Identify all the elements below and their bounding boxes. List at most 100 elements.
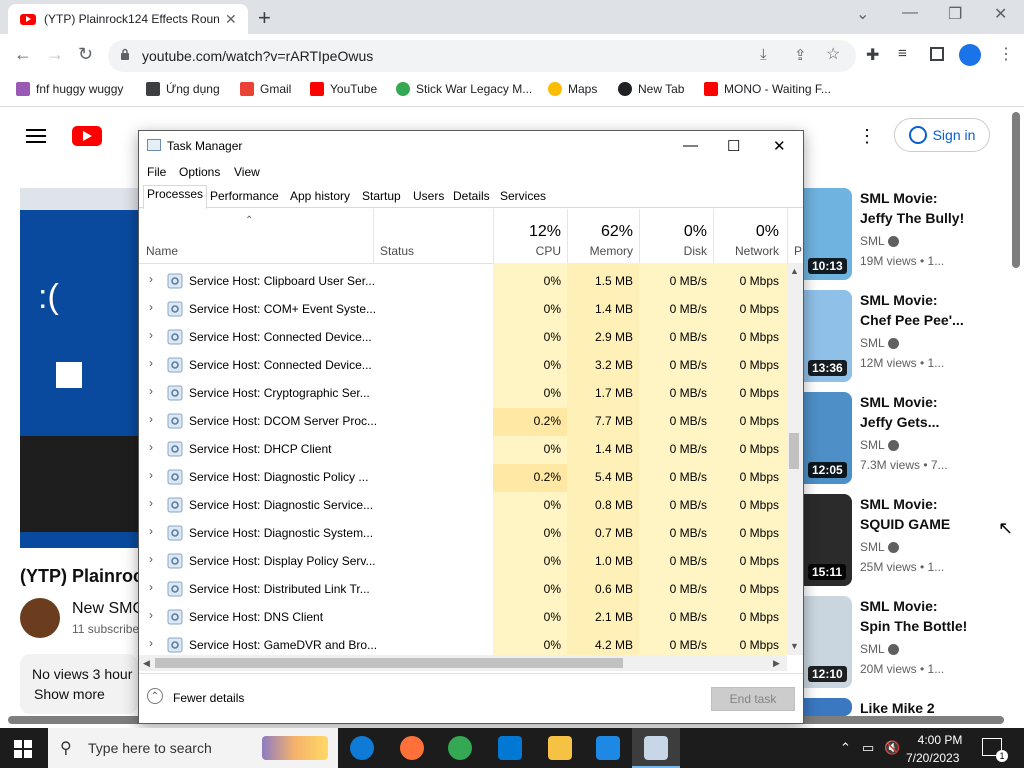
process-row[interactable]: › Service Host: COM+ Event Syste... 0% 1.4 … <box>139 296 787 324</box>
edge-icon[interactable] <box>350 736 374 760</box>
process-row[interactable]: › Service Host: DNS Client 0% 2.1 MB 0 MB/s 0… <box>139 604 787 632</box>
network-icon[interactable]: ▭ <box>862 740 874 756</box>
scroll-left-icon[interactable]: ◀ <box>143 658 150 669</box>
video-player[interactable]: :( <box>20 188 138 548</box>
expand-chevron-icon[interactable]: › <box>149 356 153 370</box>
tab-details[interactable]: Details <box>453 189 490 203</box>
recommended-video[interactable]: 10:13 SML Movie: Jeffy The Bully! SML 19… <box>802 188 1012 284</box>
col-memory[interactable]: Memory <box>575 244 633 258</box>
process-row[interactable]: › Service Host: Diagnostic System... 0% 0.7… <box>139 520 787 548</box>
chevron-up-icon[interactable]: ⌃ <box>147 688 163 704</box>
scroll-right-icon[interactable]: ▶ <box>773 658 780 669</box>
side-panel-icon[interactable] <box>930 47 944 61</box>
process-row[interactable]: › Service Host: Diagnostic Service... 0% 0.… <box>139 492 787 520</box>
recommended-video[interactable]: 12:05 SML Movie: Jeffy Gets... SML 7.3M … <box>802 392 1012 488</box>
tab-services[interactable]: Services <box>500 189 546 203</box>
more-menu-icon[interactable]: ⋮ <box>998 44 1014 64</box>
media-icon[interactable]: ≡ <box>898 45 907 62</box>
show-more-link[interactable]: Show more <box>34 686 105 702</box>
bookmark-item[interactable]: Maps <box>548 82 597 96</box>
bookmark-item[interactable]: Gmail <box>240 82 291 96</box>
expand-chevron-icon[interactable]: › <box>149 496 153 510</box>
expand-chevron-icon[interactable]: › <box>149 384 153 398</box>
process-row[interactable]: › Service Host: DHCP Client 0% 1.4 MB 0 MB/s… <box>139 436 787 464</box>
expand-chevron-icon[interactable]: › <box>149 412 153 426</box>
close-window-icon[interactable]: ✕ <box>994 4 1007 24</box>
file-explorer-icon[interactable] <box>548 736 572 760</box>
process-row[interactable]: › Service Host: Connected Device... 0% 2.9 … <box>139 324 787 352</box>
process-row[interactable]: › Service Host: Cryptographic Ser... 0% 1.7… <box>139 380 787 408</box>
expand-chevron-icon[interactable]: › <box>149 300 153 314</box>
extensions-icon[interactable]: ✚ <box>866 45 879 65</box>
chevron-up-icon[interactable]: ⌃ <box>840 740 851 756</box>
bookmark-item[interactable]: YouTube <box>310 82 377 96</box>
channel-name[interactable]: New SMG <box>72 600 145 618</box>
scroll-down-icon[interactable]: ▼ <box>790 641 799 651</box>
col-name[interactable]: Name <box>146 244 178 258</box>
scroll-up-icon[interactable]: ▲ <box>790 266 799 276</box>
back-icon[interactable]: ← <box>14 44 32 65</box>
chrome-icon[interactable] <box>448 736 472 760</box>
recommended-video[interactable]: 15:11 SML Movie: SQUID GAME SML 25M view… <box>802 494 1012 590</box>
store-icon[interactable] <box>596 736 620 760</box>
tab-startup[interactable]: Startup <box>362 189 401 203</box>
channel-avatar[interactable] <box>20 598 60 638</box>
col-disk[interactable]: Disk <box>649 244 707 258</box>
clock-date[interactable]: 7/20/2023 <box>906 751 959 765</box>
sort-arrow-icon[interactable]: ⌃ <box>245 215 253 226</box>
col-power[interactable]: P <box>794 244 802 258</box>
restore-icon[interactable]: ❐ <box>948 4 962 24</box>
col-status[interactable]: Status <box>380 244 414 258</box>
recommended-video[interactable]: 12:10 SML Movie: Spin The Bottle! SML 20… <box>802 596 1012 692</box>
app-icon[interactable] <box>498 736 522 760</box>
column-separator[interactable] <box>787 209 788 263</box>
forward-icon[interactable]: → <box>46 44 64 65</box>
more-options-icon[interactable]: ⋮ <box>858 126 876 147</box>
col-network[interactable]: Network <box>721 244 779 258</box>
expand-chevron-icon[interactable]: › <box>149 580 153 594</box>
process-row[interactable]: › Service Host: GameDVR and Bro... 0% 4.2 M… <box>139 632 787 655</box>
page-scrollbar-thumb[interactable] <box>1012 112 1020 268</box>
column-separator[interactable] <box>639 209 640 263</box>
profile-avatar-icon[interactable] <box>959 44 981 66</box>
minimize-icon[interactable]: — <box>902 4 918 22</box>
firefox-icon[interactable] <box>400 736 424 760</box>
menu-options[interactable]: Options <box>179 165 220 179</box>
tab-processes[interactable]: Processes <box>147 187 203 201</box>
minimize-icon[interactable]: — <box>683 137 698 154</box>
expand-chevron-icon[interactable]: › <box>149 468 153 482</box>
share-icon[interactable]: ⇪ <box>794 46 807 64</box>
bookmark-star-icon[interactable]: ☆ <box>826 44 840 64</box>
expand-chevron-icon[interactable]: › <box>149 608 153 622</box>
expand-chevron-icon[interactable]: › <box>149 524 153 538</box>
horizontal-scrollbar-thumb[interactable] <box>155 658 623 668</box>
process-row[interactable]: › Service Host: Diagnostic Policy ... 0.2%… <box>139 464 787 492</box>
expand-chevron-icon[interactable]: › <box>149 328 153 342</box>
column-separator[interactable] <box>493 209 494 263</box>
chevron-down-icon[interactable]: ⌄ <box>856 4 869 24</box>
bookmark-item[interactable]: New Tab <box>618 82 684 96</box>
column-separator[interactable] <box>713 209 714 263</box>
column-separator[interactable] <box>567 209 568 263</box>
process-row[interactable]: › Service Host: Display Policy Serv... 0% 1… <box>139 548 787 576</box>
tab-app-history[interactable]: App history <box>290 189 350 203</box>
close-icon[interactable]: ✕ <box>773 137 786 155</box>
process-row[interactable]: › Service Host: Clipboard User Ser... 0% 1.… <box>139 268 787 296</box>
col-cpu[interactable]: CPU <box>503 244 561 258</box>
bookmark-item[interactable]: Stick War Legacy M... <box>396 82 532 96</box>
bookmark-item[interactable]: fnf huggy wuggy <box>16 82 123 96</box>
expand-chevron-icon[interactable]: › <box>149 440 153 454</box>
url-text[interactable]: youtube.com/watch?v=rARTIpeOwus <box>142 48 373 64</box>
expand-chevron-icon[interactable]: › <box>149 272 153 286</box>
menu-view[interactable]: View <box>234 165 260 179</box>
vertical-scrollbar-thumb[interactable] <box>789 433 799 469</box>
bookmark-item[interactable]: MONO - Waiting F... <box>704 82 831 96</box>
new-tab-icon[interactable]: + <box>258 5 271 31</box>
menu-hamburger-icon[interactable] <box>26 129 46 131</box>
expand-chevron-icon[interactable]: › <box>149 636 153 650</box>
browser-tab[interactable]: (YTP) Plainrock124 Effects Round ✕ <box>8 4 248 34</box>
search-placeholder[interactable]: Type here to search <box>88 740 212 756</box>
expand-chevron-icon[interactable]: › <box>149 552 153 566</box>
maximize-icon[interactable]: ☐ <box>727 137 740 155</box>
tab-users[interactable]: Users <box>413 189 444 203</box>
